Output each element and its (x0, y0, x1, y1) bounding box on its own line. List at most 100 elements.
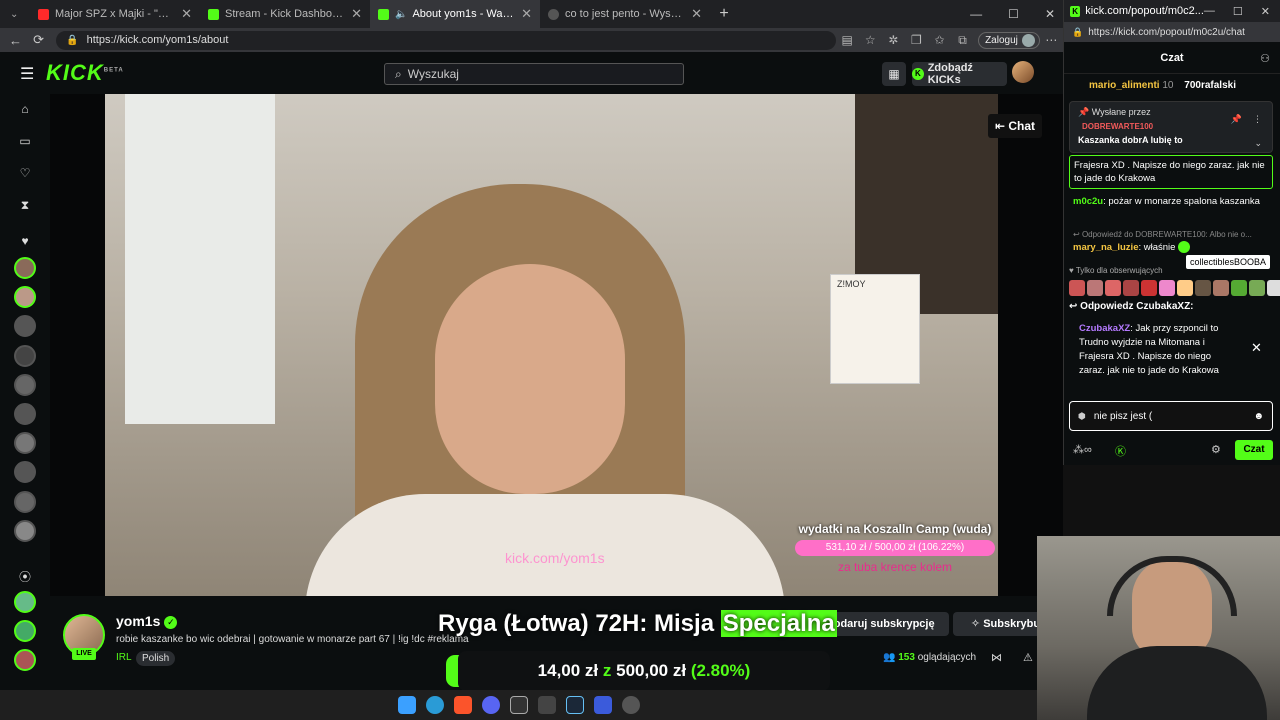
emote-icon[interactable] (1267, 280, 1280, 296)
followed-channel-avatar[interactable] (14, 286, 36, 308)
emote-icon[interactable] (1141, 280, 1157, 296)
emote-icon[interactable] (1195, 280, 1211, 296)
recommended-icon[interactable]: ⦿ (17, 568, 33, 584)
favorites-bar-icon[interactable]: ✩ (928, 33, 951, 47)
followed-channel-avatar[interactable] (14, 374, 36, 396)
minimize-icon[interactable]: — (970, 7, 982, 21)
edge-icon[interactable] (425, 696, 444, 714)
new-tab-button[interactable]: + (710, 5, 738, 23)
followed-channel-avatar[interactable] (14, 257, 36, 279)
favorite-icon[interactable]: ☆ (859, 33, 882, 47)
tab-kick-dashboard[interactable]: Stream - Kick Dashboard ✕ (200, 0, 370, 28)
tab-youtube[interactable]: Major SPZ x Majki - "Kalinka" - Yo ✕ (30, 0, 200, 28)
back-icon[interactable]: ← (4, 33, 27, 48)
close-tab-icon[interactable]: ✕ (181, 6, 192, 22)
followed-channel-avatar[interactable] (14, 461, 36, 483)
tab-kick-about[interactable]: 🔈 About yom1s - Watch Live on ✕ (370, 0, 540, 28)
pinned-message[interactable]: 📌 Wysłane przez DOBREWARTE100 Kaszanka d… (1069, 101, 1273, 153)
app-icon[interactable] (621, 696, 640, 714)
speaker-icon[interactable]: 🔈 (395, 9, 407, 20)
recommended-channel-avatar[interactable] (14, 591, 36, 613)
chat-toggle-button[interactable]: ⇤ Chat (988, 114, 1042, 138)
followed-channel-avatar[interactable] (14, 520, 36, 542)
followed-channel-avatar[interactable] (14, 345, 36, 367)
channel-name[interactable]: yom1s ✓ (116, 613, 178, 629)
leader-name[interactable]: 700rafalski (1184, 80, 1236, 91)
recommended-channel-avatar[interactable] (14, 620, 36, 642)
tab-actions-icon[interactable]: ⌄ (0, 8, 30, 20)
user-avatar[interactable] (1012, 61, 1034, 83)
tab-search[interactable]: co to jest pento - Wyszukaj ✕ (540, 0, 710, 28)
emote-icon[interactable] (1069, 280, 1085, 296)
leader-name[interactable]: mario_alimenti (1089, 80, 1160, 91)
emote-icon[interactable] (1231, 280, 1247, 296)
maximize-icon[interactable]: ☐ (1233, 5, 1243, 18)
close-tab-icon[interactable]: ✕ (691, 6, 702, 22)
emote-icon[interactable] (1177, 280, 1193, 296)
url-field[interactable]: 🔒 https://kick.com/yom1s/about (56, 30, 836, 50)
close-window-icon[interactable]: ✕ (1045, 7, 1055, 21)
reload-icon[interactable]: ⟳ (27, 32, 50, 48)
emote-icon[interactable] (1249, 280, 1265, 296)
category-link[interactable]: IRL (116, 652, 132, 663)
maximize-icon[interactable]: ☐ (1008, 7, 1019, 21)
collections-icon[interactable]: ❐ (905, 33, 928, 47)
chat-users-icon[interactable]: ⚇ (1260, 52, 1270, 65)
pin-icon[interactable]: 📌 (1231, 114, 1242, 125)
more-icon[interactable]: ⋮ (1253, 114, 1262, 125)
report-icon[interactable]: ⚠ (1023, 651, 1033, 664)
chat-window-controls: — ☐ ✕ (1204, 5, 1280, 18)
login-button[interactable]: Zaloguj (978, 31, 1040, 49)
chevron-down-icon[interactable]: ⌄ (1254, 138, 1262, 149)
clips-icon[interactable]: ⧗ (17, 198, 33, 214)
reply-username[interactable]: CzubakaXZ (1079, 323, 1130, 334)
chat-username[interactable]: m0c2u (1073, 196, 1103, 207)
heart-icon[interactable]: ♥ (17, 234, 33, 250)
send-chat-button[interactable]: Czat (1235, 440, 1273, 460)
video-player[interactable]: Z!MOY kick.com/yom1s wydatki na Koszalln… (50, 94, 1063, 596)
brave-icon[interactable] (453, 696, 472, 714)
points-icon[interactable]: ⁂∞ (1073, 443, 1092, 456)
close-reply-icon[interactable]: ✕ (1251, 340, 1262, 356)
followed-channel-avatar[interactable] (14, 491, 36, 513)
emote-icon[interactable] (1087, 280, 1103, 296)
chat-message-input[interactable]: ⬢ nie pisz jest ( ☻ (1069, 401, 1273, 431)
chat-url-bar[interactable]: 🔒 https://kick.com/popout/m0c2u/chat (1064, 22, 1280, 42)
menu-icon[interactable]: ☰ (20, 64, 34, 84)
emote-icon[interactable] (1213, 280, 1229, 296)
steam-icon[interactable] (565, 696, 584, 714)
kick-badge-icon[interactable]: Ⓚ (1115, 443, 1126, 459)
workspaces-icon[interactable]: ⧉ (951, 33, 974, 48)
gear-icon[interactable]: ⚙ (1211, 443, 1221, 456)
search-input[interactable]: ⌕ Wyszukaj (384, 63, 684, 85)
dashboard-icon[interactable]: ▦ (882, 62, 906, 86)
kick-logo[interactable]: KICKBETA (46, 60, 124, 86)
followed-channel-avatar[interactable] (14, 403, 36, 425)
windows-start-icon[interactable] (397, 696, 416, 714)
minimize-icon[interactable]: — (1204, 5, 1215, 18)
followed-channel-avatar[interactable] (14, 432, 36, 454)
close-window-icon[interactable]: ✕ (1261, 5, 1270, 18)
chat-username[interactable]: mary_na_luzie (1073, 242, 1138, 253)
obs-icon[interactable] (509, 696, 528, 714)
recommended-channel-avatar[interactable] (14, 649, 36, 671)
emote-icon[interactable] (1123, 280, 1139, 296)
following-icon[interactable]: ♡ (17, 166, 33, 182)
emoji-icon[interactable]: ☻ (1253, 411, 1264, 422)
close-tab-icon[interactable]: ✕ (521, 6, 532, 22)
browse-icon[interactable]: ▭ (17, 134, 33, 150)
close-tab-icon[interactable]: ✕ (351, 6, 362, 22)
followed-channel-avatar[interactable] (14, 315, 36, 337)
home-icon[interactable]: ⌂ (17, 102, 33, 118)
share-icon[interactable]: ⋈ (991, 651, 1002, 664)
discord-icon[interactable] (481, 696, 500, 714)
more-icon[interactable]: ⋯ (1040, 33, 1063, 47)
extensions-icon[interactable]: ✲ (882, 33, 905, 47)
epic-games-icon[interactable] (537, 696, 556, 714)
language-tag[interactable]: Polish (136, 651, 176, 666)
emote-icon[interactable] (1159, 280, 1175, 296)
get-kicks-button[interactable]: K Zdobądź KICKs (912, 62, 1007, 86)
app-icon[interactable] (593, 696, 612, 714)
emote-icon[interactable] (1105, 280, 1121, 296)
reader-icon[interactable]: ▤ (836, 33, 859, 47)
